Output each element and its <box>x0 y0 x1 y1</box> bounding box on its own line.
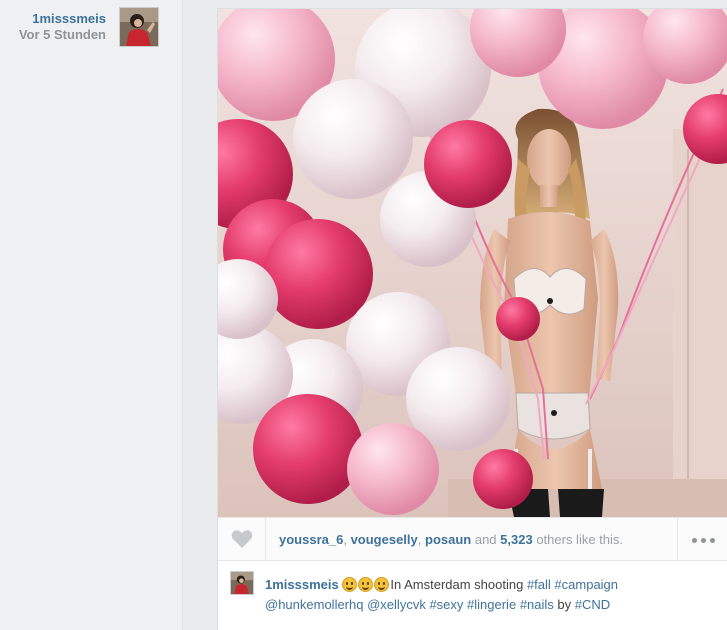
more-options-button[interactable] <box>677 518 727 560</box>
instagram-feed-page: 1misssmeis Vor 5 Stunden youssra_6, voug… <box>0 0 727 630</box>
liker-link-2[interactable]: vougeselly <box>351 532 418 547</box>
post-caption: 1misssmeis In Amsterdam shooting #fall #… <box>218 561 727 630</box>
more-options-icon <box>690 530 717 548</box>
hashtag-cnd[interactable]: #CND <box>575 597 610 612</box>
smiley-emoji-icon <box>342 577 358 592</box>
post-meta-column: 1misssmeis Vor 5 Stunden <box>0 0 183 630</box>
author-username-link[interactable]: 1misssmeis <box>19 11 106 27</box>
hashtag-lingerie[interactable]: #lingerie <box>467 597 516 612</box>
likes-count-link[interactable]: 5,323 <box>500 532 533 547</box>
caption-avatar-image <box>231 572 253 594</box>
heart-icon <box>231 530 252 548</box>
hashtag-campaign[interactable]: #campaign <box>554 577 618 592</box>
liker-link-1[interactable]: youssra_6 <box>279 532 343 547</box>
mention-xellycvk[interactable]: @xellycvk <box>367 597 426 612</box>
caption-body-text: In Amsterdam shooting <box>390 577 527 592</box>
likes-suffix: others like this. <box>532 532 624 547</box>
mention-hunkemollerhq[interactable]: @hunkemollerhq <box>265 597 363 612</box>
smiley-emoji-icon <box>358 577 374 592</box>
post-card: youssra_6, vougeselly, posaun and 5,323 … <box>217 8 727 630</box>
smiley-emoji-icon <box>374 577 390 592</box>
caption-username-link[interactable]: 1misssmeis <box>265 577 339 592</box>
likes-separator-1: , <box>343 532 351 547</box>
likes-bar: youssra_6, vougeselly, posaun and 5,323 … <box>218 517 727 561</box>
photo-image <box>218 9 727 517</box>
likes-summary: youssra_6, vougeselly, posaun and 5,323 … <box>279 532 623 547</box>
avatar-image <box>120 8 158 46</box>
hashtag-fall[interactable]: #fall <box>527 577 551 592</box>
author-info: 1misssmeis Vor 5 Stunden <box>19 11 106 43</box>
caption-avatar[interactable] <box>230 571 254 595</box>
post-photo[interactable] <box>218 9 727 517</box>
liker-link-3[interactable]: posaun <box>425 532 471 547</box>
likes-and-word: and <box>471 532 501 547</box>
hashtag-nails[interactable]: #nails <box>520 597 554 612</box>
caption-emojis <box>342 577 390 592</box>
caption-by-word: by <box>553 597 575 612</box>
like-button[interactable] <box>218 518 266 560</box>
author-avatar[interactable] <box>119 7 159 47</box>
post-timestamp[interactable]: Vor 5 Stunden <box>19 27 106 43</box>
hashtag-sexy[interactable]: #sexy <box>429 597 463 612</box>
caption-text: 1misssmeis In Amsterdam shooting #fall #… <box>265 575 705 615</box>
likes-separator-2: , <box>417 532 425 547</box>
